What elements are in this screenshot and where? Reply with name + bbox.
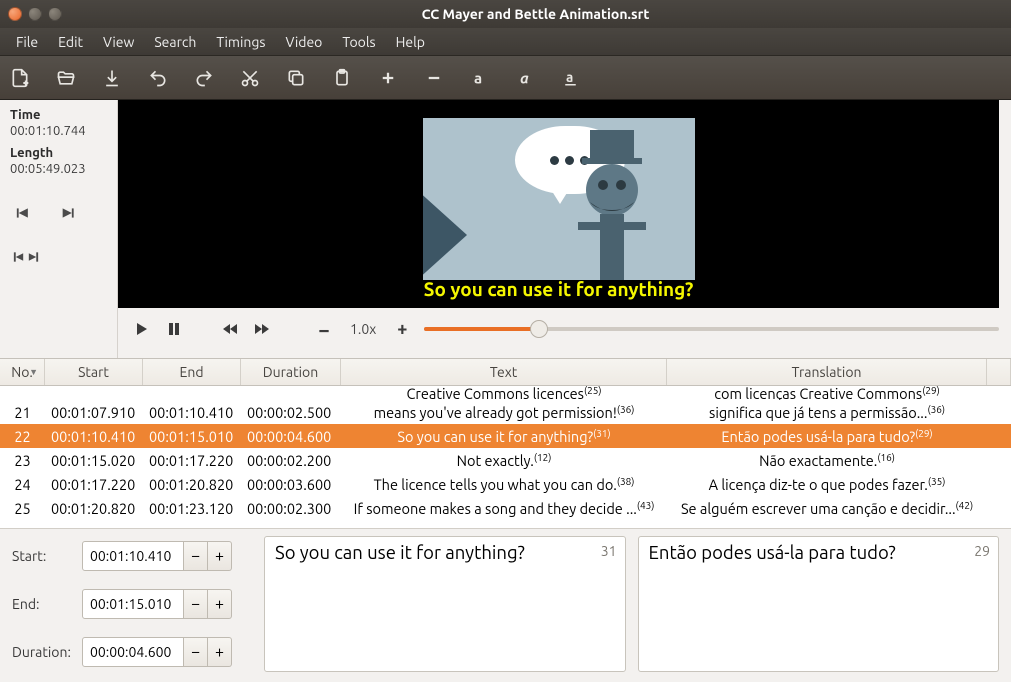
text-count: 31: [601, 543, 617, 559]
remove-icon[interactable]: [422, 66, 446, 90]
table-row[interactable]: 22 00:01:10.410 00:01:15.010 00:00:04.60…: [0, 424, 1011, 448]
minimize-icon[interactable]: [28, 7, 42, 21]
start-label: Start:: [12, 548, 82, 564]
add-icon[interactable]: [376, 66, 400, 90]
menu-view[interactable]: View: [93, 30, 144, 54]
col-duration[interactable]: Duration: [241, 359, 341, 385]
menu-edit[interactable]: Edit: [48, 30, 93, 54]
editor-panel: Start: − + End: − + Duration: − + So you…: [0, 528, 1011, 682]
redo-icon[interactable]: [192, 66, 216, 90]
save-icon[interactable]: [100, 66, 124, 90]
translation-content[interactable]: Então podes usá-la para tudo?: [649, 543, 896, 665]
col-text[interactable]: Text: [341, 359, 667, 385]
duration-input[interactable]: [82, 637, 184, 667]
menu-help[interactable]: Help: [386, 30, 435, 54]
play-icon[interactable]: [132, 322, 152, 336]
end-plus-button[interactable]: +: [208, 589, 232, 619]
duration-minus-button[interactable]: −: [184, 637, 208, 667]
col-end[interactable]: End: [143, 359, 241, 385]
end-input[interactable]: [82, 589, 184, 619]
duration-spinner: − +: [82, 637, 252, 667]
speed-up-button[interactable]: +: [392, 319, 412, 339]
table-row[interactable]: Creative Commons licences (25) com licen…: [0, 386, 1011, 400]
translation-count: 29: [974, 543, 990, 559]
svg-text:a: a: [520, 69, 529, 86]
menu-file[interactable]: File: [6, 30, 48, 54]
menu-video[interactable]: Video: [276, 30, 333, 54]
table-row[interactable]: 23 00:01:15.020 00:01:17.220 00:00:02.20…: [0, 448, 1011, 472]
col-translation[interactable]: Translation: [667, 359, 987, 385]
copy-icon[interactable]: [284, 66, 308, 90]
new-file-icon[interactable]: [8, 66, 32, 90]
seek-selection-icon[interactable]: [10, 246, 42, 268]
col-no[interactable]: No.▼: [0, 359, 45, 385]
seek-slider[interactable]: [424, 327, 999, 331]
video-frame-image: [423, 118, 695, 280]
italic-icon[interactable]: a: [514, 66, 538, 90]
duration-label: Duration:: [12, 644, 82, 660]
speed-down-button[interactable]: −: [314, 318, 334, 341]
pause-icon[interactable]: [164, 322, 184, 336]
text-content[interactable]: So you can use it for anything?: [275, 543, 525, 665]
bold-icon[interactable]: a: [468, 66, 492, 90]
text-editor[interactable]: So you can use it for anything? 31: [264, 536, 626, 672]
undo-icon[interactable]: [146, 66, 170, 90]
seek-end-icon[interactable]: [54, 202, 86, 224]
video-subtitle: So you can use it for anything?: [424, 278, 694, 308]
timing-editor: Start: − + End: − + Duration: − +: [12, 536, 252, 672]
paste-icon[interactable]: [330, 66, 354, 90]
menu-timings[interactable]: Timings: [206, 30, 275, 54]
table-row[interactable]: 24 00:01:17.220 00:01:20.820 00:00:03.60…: [0, 472, 1011, 496]
seek-start-icon[interactable]: [10, 202, 42, 224]
maximize-icon[interactable]: [48, 7, 62, 21]
length-value: 00:05:49.023: [10, 162, 107, 176]
titlebar: CC Mayer and Bettle Animation.srt: [0, 0, 1011, 28]
translation-editor[interactable]: Então podes usá-la para tudo? 29: [638, 536, 1000, 672]
time-value: 00:01:10.744: [10, 124, 107, 138]
start-plus-button[interactable]: +: [208, 541, 232, 571]
rewind-icon[interactable]: [220, 323, 240, 335]
subtitle-grid: No.▼ Start End Duration Text Translation…: [0, 358, 1011, 528]
video-controls: − 1.0x +: [118, 308, 999, 350]
length-label: Length: [10, 146, 107, 160]
menu-search[interactable]: Search: [144, 30, 206, 54]
open-file-icon[interactable]: [54, 66, 78, 90]
character2-icon: [423, 190, 467, 280]
window-title: CC Mayer and Bettle Animation.srt: [68, 6, 1003, 22]
close-icon[interactable]: [8, 7, 22, 21]
start-input[interactable]: [82, 541, 184, 571]
toolbar: a a a: [0, 56, 1011, 100]
time-panel: Time 00:01:10.744 Length 00:05:49.023: [0, 100, 118, 358]
speed-value: 1.0x: [350, 321, 376, 337]
start-spinner: − +: [82, 541, 252, 571]
end-spinner: − +: [82, 589, 252, 619]
underline-icon[interactable]: a: [560, 66, 584, 90]
duration-plus-button[interactable]: +: [208, 637, 232, 667]
start-minus-button[interactable]: −: [184, 541, 208, 571]
character-icon: [560, 130, 670, 280]
menu-tools[interactable]: Tools: [332, 30, 385, 54]
time-label: Time: [10, 108, 107, 122]
end-minus-button[interactable]: −: [184, 589, 208, 619]
col-start[interactable]: Start: [45, 359, 143, 385]
col-scroll: [987, 359, 1011, 385]
grid-header: No.▼ Start End Duration Text Translation: [0, 358, 1011, 386]
svg-text:a: a: [474, 69, 482, 86]
menubar: File Edit View Search Timings Video Tool…: [0, 28, 1011, 56]
table-row[interactable]: 21 00:01:07.910 00:01:10.410 00:00:02.50…: [0, 400, 1011, 424]
table-row[interactable]: 25 00:01:20.820 00:01:23.120 00:00:02.30…: [0, 496, 1011, 520]
end-label: End:: [12, 596, 82, 612]
video-preview[interactable]: So you can use it for anything?: [118, 100, 999, 308]
forward-icon[interactable]: [252, 323, 272, 335]
cut-icon[interactable]: [238, 66, 262, 90]
svg-text:a: a: [566, 69, 573, 85]
